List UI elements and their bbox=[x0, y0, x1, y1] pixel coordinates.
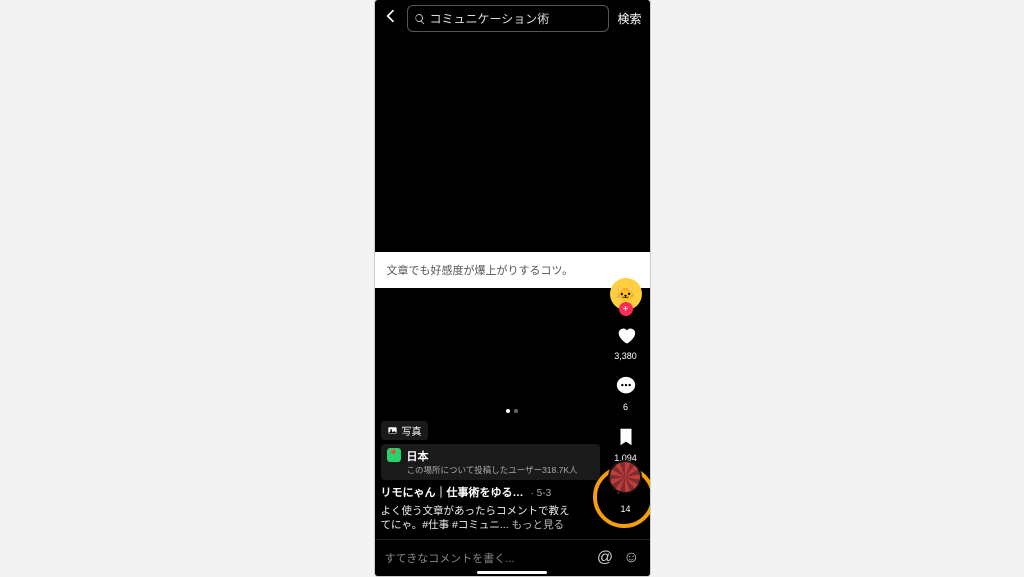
music-disc[interactable] bbox=[608, 460, 642, 494]
post-date: · 5-3 bbox=[531, 488, 552, 499]
phone-frame: コミュニケーション術 検索 文章でも好感度が爆上がりするコツ。 🐱 + 3,38… bbox=[374, 0, 651, 577]
comment-count: 6 bbox=[623, 402, 628, 412]
home-indicator bbox=[477, 571, 547, 574]
music-disc-icon bbox=[608, 460, 642, 494]
like-button[interactable]: 3,380 bbox=[614, 324, 637, 361]
search-query-text: コミュニケーション術 bbox=[430, 10, 550, 27]
share-count: 14 bbox=[620, 504, 630, 514]
location-chip[interactable]: 📍 日本 この場所について投稿したユーザー318.7K人 bbox=[381, 444, 600, 480]
photo-badge-label: 写真 bbox=[402, 423, 422, 438]
creator-row[interactable]: リモにゃん｜仕事術をゆる… · 5-3 bbox=[381, 484, 600, 500]
search-input[interactable]: コミュニケーション術 bbox=[407, 5, 610, 32]
creator-avatar[interactable]: 🐱 + bbox=[610, 278, 642, 310]
post-description[interactable]: よく使う文章があったらコメントで教え てにゃ。#仕事 #コミュニ... もっと見… bbox=[381, 504, 600, 532]
caption-overlay: 文章でも好感度が爆上がりするコツ。 bbox=[375, 252, 650, 288]
mention-icon[interactable]: @ bbox=[597, 549, 613, 567]
post-meta: 写真 📍 日本 この場所について投稿したユーザー318.7K人 リモにゃん｜仕事… bbox=[381, 421, 600, 532]
location-subtitle: この場所について投稿したユーザー318.7K人 bbox=[407, 464, 578, 476]
see-more-link[interactable]: もっと見る bbox=[512, 519, 565, 531]
video-feed[interactable]: 文章でも好感度が爆上がりするコツ。 🐱 + 3,380 6 bbox=[375, 34, 650, 540]
bookmark-button[interactable]: 1,094 bbox=[614, 426, 637, 463]
photo-badge[interactable]: 写真 bbox=[381, 421, 428, 440]
back-button[interactable] bbox=[381, 8, 401, 29]
creator-name: リモにゃん｜仕事術をゆる… bbox=[381, 487, 524, 499]
page-indicator bbox=[506, 409, 518, 413]
follow-plus-icon[interactable]: + bbox=[619, 302, 633, 316]
bookmark-icon bbox=[615, 426, 637, 452]
emoji-icon[interactable]: ☺ bbox=[623, 549, 639, 567]
location-pin-icon: 📍 bbox=[387, 448, 401, 462]
header: コミュニケーション術 検索 bbox=[375, 0, 650, 37]
heart-icon bbox=[615, 324, 637, 350]
comment-icon bbox=[615, 375, 637, 401]
search-button[interactable]: 検索 bbox=[615, 10, 643, 27]
like-count: 3,380 bbox=[614, 351, 637, 361]
comment-button[interactable]: 6 bbox=[615, 375, 637, 412]
comment-input[interactable]: すてきなコメントを書く... bbox=[385, 550, 587, 566]
location-name: 日本 bbox=[407, 448, 578, 464]
